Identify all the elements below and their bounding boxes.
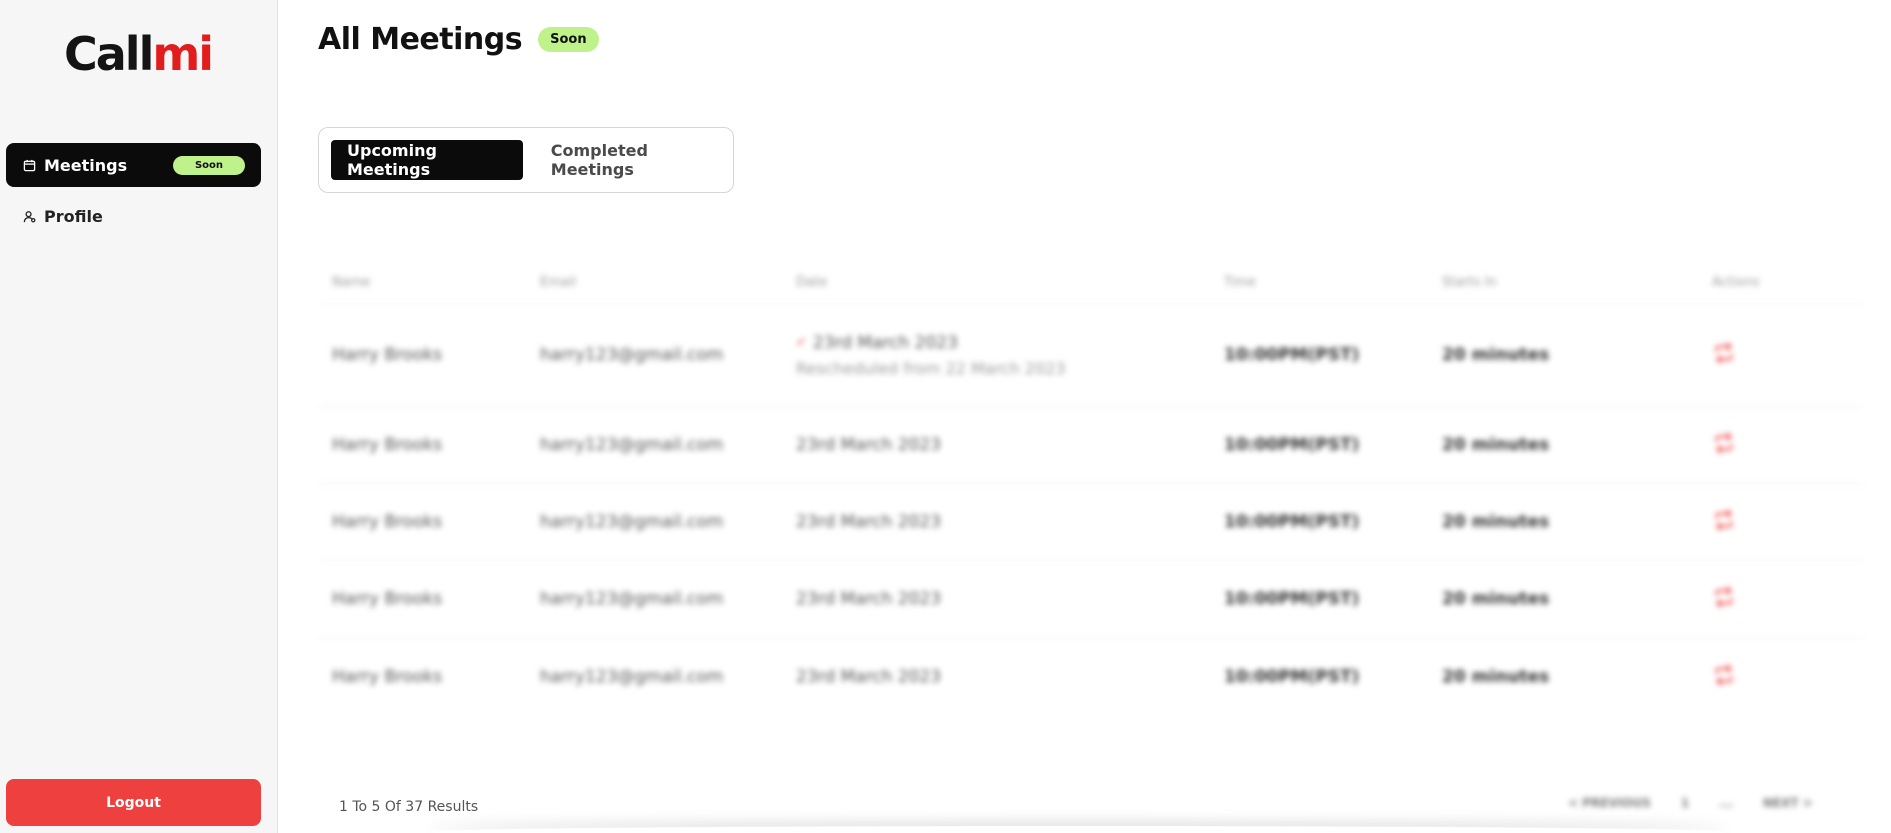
reschedule-icon[interactable]	[1712, 508, 1736, 532]
column-header-starts-in: Starts In	[1442, 275, 1497, 290]
cell-date: 23rd March 2023	[796, 512, 942, 532]
cell-date: 23rd March 2023	[796, 589, 942, 609]
page-title: All Meetings	[318, 22, 523, 57]
meeting-tabs: Upcoming Meetings Completed Meetings	[318, 127, 734, 193]
tab-upcoming-meetings[interactable]: Upcoming Meetings	[331, 140, 523, 180]
cell-time: 10:00PM(PST)	[1224, 666, 1360, 687]
cell-actions	[1702, 431, 1863, 459]
table-row: Harry Brooks harry123@gmail.com 23rd Mar…	[318, 638, 1863, 715]
column-header-name: Name	[332, 275, 371, 290]
cell-time: 10:00PM(PST)	[1224, 435, 1360, 455]
bottom-shadow	[428, 826, 1728, 833]
table-row: Harry Brooks harry123@gmail.com ✓ 23rd M…	[318, 304, 1863, 407]
cell-actions	[1702, 341, 1863, 369]
main-content: All Meetings Soon Upcoming Meetings Comp…	[278, 0, 1891, 833]
sidebar-item-profile[interactable]: Profile	[6, 194, 261, 238]
reschedule-note: Rescheduled from 22 March 2023	[796, 358, 1066, 378]
cell-name: Harry Brooks	[332, 666, 443, 687]
reschedule-icon[interactable]	[1712, 585, 1736, 609]
cell-actions	[1702, 663, 1863, 691]
date-main: ✓ 23rd March 2023	[796, 333, 1224, 353]
reschedule-icon[interactable]	[1712, 431, 1736, 455]
cell-date: 23rd March 2023	[796, 666, 942, 687]
logo-text-call: Call	[64, 27, 154, 81]
column-header-time: Time	[1224, 275, 1256, 290]
cell-actions	[1702, 585, 1863, 613]
cell-starts-in: 20 minutes	[1442, 435, 1550, 455]
cell-time: 10:00PM(PST)	[1224, 589, 1360, 609]
table-row: Harry Brooks harry123@gmail.com 23rd Mar…	[318, 561, 1863, 638]
sidebar-item-label: Profile	[44, 206, 103, 226]
logout-button[interactable]: Logout	[6, 779, 261, 826]
soon-badge: Soon	[538, 27, 599, 52]
check-icon: ✓	[796, 335, 807, 350]
page-number-button[interactable]: 1	[1681, 796, 1689, 810]
pagination: < PREVIOUS 1 ... NEXT >	[1568, 796, 1813, 810]
cell-starts-in: 20 minutes	[1442, 589, 1550, 609]
cell-date: ✓ 23rd March 2023 Rescheduled from 22 Ma…	[796, 333, 1224, 378]
pagination-ellipsis: ...	[1719, 796, 1733, 810]
cell-email: harry123@gmail.com	[540, 589, 724, 609]
sidebar-item-label: Meetings	[44, 155, 128, 175]
tab-completed-meetings[interactable]: Completed Meetings	[535, 140, 733, 180]
cell-name: Harry Brooks	[332, 435, 443, 455]
app-root: Callmi Meetings Soon Profile Logout All …	[0, 0, 1891, 833]
cell-email: harry123@gmail.com	[540, 435, 724, 455]
cell-starts-in: 20 minutes	[1442, 666, 1550, 687]
cell-email: harry123@gmail.com	[540, 666, 724, 687]
cell-starts-in: 20 minutes	[1442, 512, 1550, 532]
date-value: 23rd March 2023	[812, 332, 958, 353]
cell-date: 23rd March 2023	[796, 435, 942, 455]
calendar-icon	[22, 158, 36, 172]
next-page-button[interactable]: NEXT >	[1763, 796, 1813, 810]
cell-starts-in: 20 minutes	[1442, 345, 1550, 365]
table-header: Name Email Date Time Starts In Actions	[318, 262, 1863, 304]
logo-text-mi: mi	[152, 27, 214, 81]
column-header-actions: Actions	[1712, 275, 1760, 290]
cell-name: Harry Brooks	[332, 512, 443, 532]
soon-badge: Soon	[172, 155, 245, 175]
table-row: Harry Brooks harry123@gmail.com 23rd Mar…	[318, 484, 1863, 561]
cell-time: 10:00PM(PST)	[1224, 512, 1360, 532]
callmi-logo: Callmi	[64, 27, 214, 81]
cell-email: harry123@gmail.com	[540, 345, 724, 365]
results-count: 1 To 5 Of 37 Results	[339, 799, 479, 815]
cell-actions	[1702, 508, 1863, 536]
table-row: Harry Brooks harry123@gmail.com 23rd Mar…	[318, 407, 1863, 484]
meetings-table: Name Email Date Time Starts In Actions H…	[318, 262, 1863, 715]
column-header-date: Date	[796, 275, 828, 290]
cell-email: harry123@gmail.com	[540, 512, 724, 532]
sidebar-item-meetings[interactable]: Meetings Soon	[6, 143, 261, 187]
user-icon	[22, 209, 36, 223]
column-header-email: Email	[540, 275, 577, 290]
cell-time: 10:00PM(PST)	[1224, 345, 1360, 365]
reschedule-icon[interactable]	[1712, 663, 1736, 687]
page-header: All Meetings Soon	[318, 22, 599, 57]
sidebar: Callmi Meetings Soon Profile Logout	[0, 0, 278, 833]
cell-name: Harry Brooks	[332, 345, 443, 365]
cell-name: Harry Brooks	[332, 589, 443, 609]
reschedule-icon[interactable]	[1712, 341, 1736, 365]
previous-page-button[interactable]: < PREVIOUS	[1568, 796, 1651, 810]
